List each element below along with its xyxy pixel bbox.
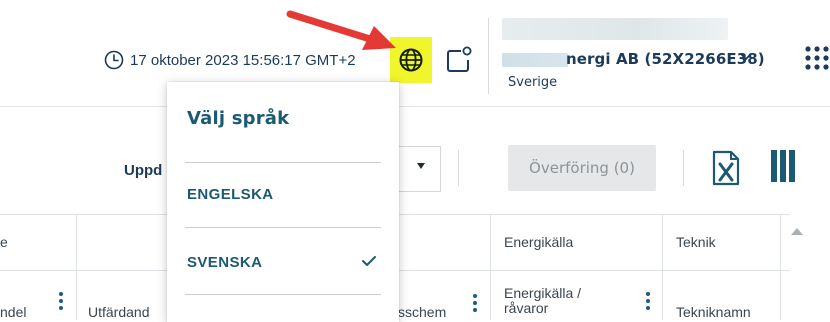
external-window-icon[interactable] (446, 45, 472, 75)
transfer-button[interactable]: Överföring (0) (508, 145, 656, 191)
redacted-text (502, 53, 568, 67)
kebab-menu-icon[interactable] (646, 292, 650, 313)
table-border (76, 214, 77, 320)
account-name[interactable]: nergi AB (52X2266E38) (566, 50, 765, 68)
excel-export-icon[interactable] (712, 150, 740, 186)
table-border (780, 214, 781, 320)
column-header-technology[interactable]: Teknik (676, 234, 716, 250)
checkmark-icon (362, 256, 376, 266)
language-menu: Välj språk ENGELSKA SVENSKA (167, 82, 399, 322)
grid-menu-icon[interactable] (804, 44, 830, 72)
menu-divider (185, 294, 381, 295)
scroll-up-icon[interactable] (791, 228, 803, 235)
annotation-arrow-icon (286, 10, 396, 50)
redacted-text (502, 18, 728, 40)
table-border (490, 214, 491, 320)
account-divider (488, 18, 489, 94)
toolbar-divider (683, 150, 684, 186)
language-menu-title: Välj språk (187, 108, 290, 129)
header-divider (0, 106, 830, 107)
update-button[interactable]: Uppd (124, 162, 162, 179)
language-option-english[interactable]: ENGELSKA (187, 186, 274, 203)
table-cell: Utfärdand (88, 304, 150, 320)
kebab-menu-icon[interactable] (59, 292, 63, 313)
clock-icon (104, 50, 124, 70)
account-country: Sverige (508, 75, 558, 90)
menu-divider (185, 227, 381, 228)
view-select[interactable] (396, 146, 441, 192)
toolbar-divider (458, 150, 459, 186)
table-cell: ndel (0, 304, 27, 320)
column-header[interactable]: e (0, 234, 8, 250)
chevron-down-icon[interactable] (740, 52, 752, 62)
caret-down-icon[interactable] (417, 163, 425, 169)
column-header-energy-source[interactable]: Energikälla (504, 234, 573, 250)
table-cell: sschem (398, 304, 447, 320)
menu-divider (185, 162, 381, 163)
globe-icon[interactable] (398, 47, 424, 73)
kebab-menu-icon[interactable] (473, 294, 477, 315)
language-option-swedish[interactable]: SVENSKA (187, 254, 262, 271)
table-cell: Energikälla / råvaror (504, 285, 582, 316)
table-border (662, 214, 663, 320)
table-cell: Tekniknamn (676, 304, 751, 320)
columns-icon[interactable] (770, 150, 796, 182)
